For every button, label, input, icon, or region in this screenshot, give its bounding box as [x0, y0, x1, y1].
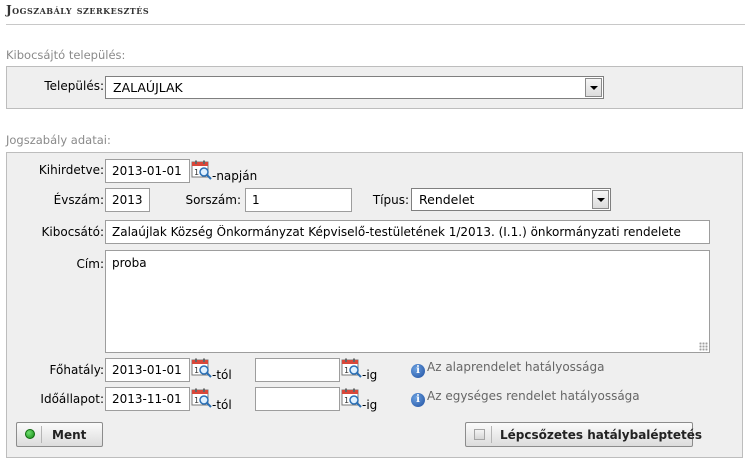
main-effect-to-suffix: -ig: [362, 368, 378, 382]
save-button-label: Ment: [52, 428, 87, 442]
calendar-search-icon[interactable]: [191, 358, 212, 378]
calendar-search-icon[interactable]: [191, 388, 212, 408]
settlement-select-value: ZALAÚJLAK: [113, 80, 183, 95]
save-button[interactable]: Ment: [16, 422, 103, 447]
main-effect-to-input[interactable]: [255, 358, 340, 382]
main-effect-label: Főhatály:: [49, 363, 104, 377]
timestate-label: Időállapot:: [40, 392, 104, 406]
calendar-search-icon[interactable]: [191, 160, 212, 180]
main-effect-info: i Az alaprendelet hatályossága: [411, 360, 605, 378]
info-icon[interactable]: i: [411, 364, 425, 378]
checkbox-square-icon: [474, 429, 485, 440]
info-icon[interactable]: i: [411, 393, 425, 407]
serial-input[interactable]: [245, 188, 352, 212]
data-panel: Kihirdetve: -napján Évszám: Sorszám: Típ…: [6, 152, 743, 458]
issuer-label: Kibocsátó:: [41, 225, 104, 239]
settlement-select[interactable]: ZALAÚJLAK: [105, 76, 604, 99]
calendar-search-icon[interactable]: [341, 388, 362, 408]
button-separator: [41, 426, 42, 443]
issuer-panel: Település: ZALAÚJLAK: [6, 66, 743, 109]
year-input[interactable]: [105, 188, 150, 212]
promulgated-date-input[interactable]: [105, 159, 190, 183]
timestate-to-input[interactable]: [255, 387, 340, 411]
main-effect-info-text: Az alaprendelet hatályossága: [427, 360, 605, 374]
promulgated-label: Kihirdetve:: [38, 163, 104, 177]
type-select[interactable]: Rendelet: [411, 188, 611, 211]
title-label: Cím:: [76, 257, 104, 271]
timestate-to-suffix: -ig: [362, 398, 378, 412]
year-label: Évszám:: [53, 193, 104, 207]
issuer-section-label: Kibocsájtó település:: [6, 48, 126, 62]
type-dropdown-button[interactable]: [592, 190, 609, 209]
type-select-value: Rendelet: [419, 192, 475, 207]
main-effect-from-input[interactable]: [105, 358, 190, 382]
data-section-label: Jogszabály adatai:: [6, 133, 111, 147]
timestate-from-input[interactable]: [105, 387, 190, 411]
settlement-label: Település:: [44, 79, 104, 93]
stepwise-activation-button[interactable]: Lépcsőzetes hatálybaléptetés: [465, 422, 702, 447]
chevron-down-icon: [590, 86, 598, 90]
settlement-dropdown-button[interactable]: [585, 78, 602, 97]
issuer-input[interactable]: [105, 220, 710, 244]
timestate-from-suffix: -tól: [212, 398, 232, 412]
status-dot-icon: [25, 429, 35, 439]
promulgated-suffix: -napján: [212, 169, 258, 183]
title-divider: [6, 24, 745, 25]
calendar-search-icon[interactable]: [341, 358, 362, 378]
type-label: Típus:: [372, 193, 409, 207]
serial-label: Sorszám:: [185, 193, 241, 207]
stepwise-activation-button-label: Lépcsőzetes hatálybaléptetés: [500, 428, 703, 442]
button-separator: [491, 426, 492, 443]
chevron-down-icon: [597, 198, 605, 202]
timestate-info-text: Az egységes rendelet hatályossága: [427, 389, 640, 403]
page-title: Jogszabály szerkesztés: [6, 3, 150, 17]
textarea-resize-handle[interactable]: [699, 342, 708, 351]
timestate-info: i Az egységes rendelet hatályossága: [411, 389, 640, 407]
title-textarea[interactable]: proba: [105, 250, 710, 353]
main-effect-from-suffix: -tól: [212, 368, 232, 382]
